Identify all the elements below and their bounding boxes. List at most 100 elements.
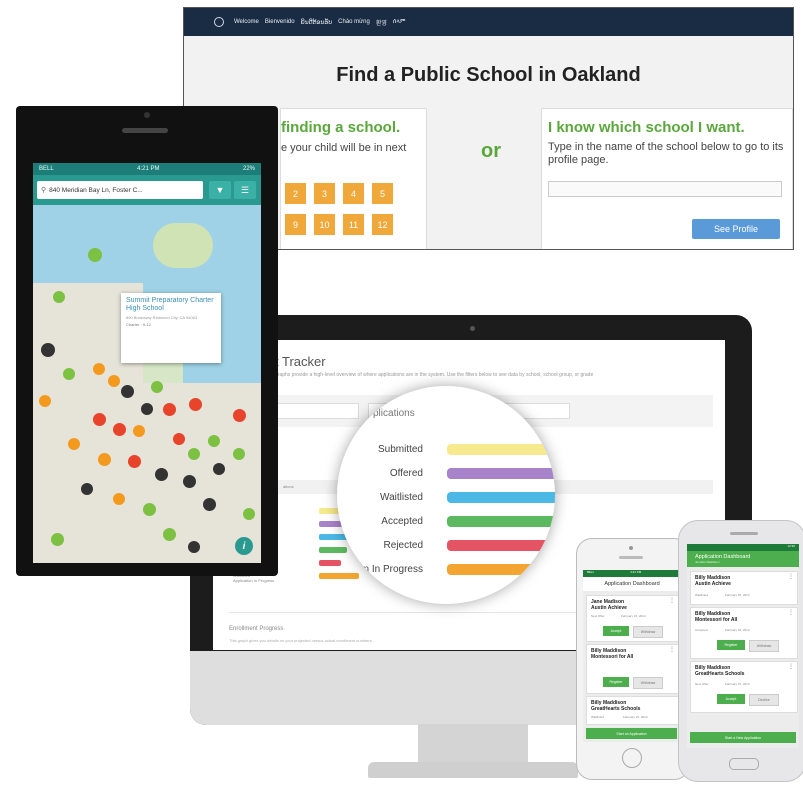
home-button[interactable] <box>622 748 642 768</box>
school-marker[interactable] <box>41 343 55 357</box>
school-marker[interactable] <box>163 403 176 416</box>
home-button[interactable] <box>729 758 759 770</box>
register-button[interactable]: Register <box>717 640 745 650</box>
language-link[interactable]: Bienvenido <box>265 19 295 25</box>
school-marker[interactable] <box>163 528 176 541</box>
grade-button[interactable]: 10 <box>314 214 335 235</box>
school-marker[interactable] <box>51 533 64 546</box>
find-school-card: finding a school. e your child will be i… <box>280 108 427 249</box>
application-date: February 15, 2014 <box>725 682 750 686</box>
status-bar <box>319 547 347 553</box>
application-card[interactable]: Jane Madison Austin Achieve New Offer Fe… <box>586 595 679 642</box>
school-marker[interactable] <box>233 448 245 460</box>
school-marker[interactable] <box>188 541 200 553</box>
filter-dropdown[interactable] <box>277 403 359 419</box>
language-link[interactable]: Chào mừng <box>338 19 370 25</box>
school-marker[interactable] <box>233 409 246 422</box>
carrier-label: BELL <box>39 166 54 172</box>
more-options-icon[interactable]: ⋮ <box>788 573 794 580</box>
school-marker[interactable] <box>173 433 185 445</box>
school-name: Montessori for All <box>695 617 738 623</box>
application-card[interactable]: Billy Maddison GreatHearts Schools New O… <box>690 661 798 713</box>
school-marker[interactable] <box>128 455 141 468</box>
application-card[interactable]: Billy Maddison GreatHearts Schools Waitl… <box>586 696 679 725</box>
school-marker[interactable] <box>151 381 163 393</box>
school-marker[interactable] <box>88 248 102 262</box>
application-dashboard-screen: 12:30 Application Dashboard Jennifer Mad… <box>687 544 799 748</box>
school-marker[interactable] <box>113 423 126 436</box>
address-search-input[interactable]: ⚲ 840 Meridian Bay Ln, Foster C... <box>37 181 203 199</box>
or-divider: or <box>481 140 501 162</box>
map-search-bar: ⚲ 840 Meridian Bay Ln, Foster C... ▼ ☰ <box>33 175 261 205</box>
school-name: GreatHearts Schools <box>695 671 745 677</box>
application-card[interactable]: Billy Maddison Austin Achieve Waitlisted… <box>690 571 798 605</box>
school-marker[interactable] <box>243 508 255 520</box>
grade-button[interactable]: 11 <box>343 214 364 235</box>
register-button[interactable]: Register <box>603 677 629 687</box>
school-marker[interactable] <box>183 475 196 488</box>
start-application-button[interactable]: Start an Application <box>586 728 677 739</box>
school-marker[interactable] <box>93 363 105 375</box>
park-area <box>153 223 213 268</box>
list-icon[interactable]: ☰ <box>234 181 256 199</box>
globe-icon <box>214 17 224 27</box>
school-marker[interactable] <box>203 498 216 511</box>
school-marker[interactable] <box>98 453 111 466</box>
grade-button[interactable]: 5 <box>372 183 393 204</box>
more-options-icon[interactable]: ⋮ <box>788 663 794 670</box>
application-card[interactable]: Billy Maddison Montessori for All Accept… <box>690 607 798 659</box>
more-options-icon[interactable]: ⋮ <box>788 609 794 616</box>
more-options-icon[interactable]: ⋮ <box>669 597 675 604</box>
language-link[interactable]: 환영 <box>376 18 387 27</box>
school-marker[interactable] <box>53 291 65 303</box>
school-marker[interactable] <box>81 483 93 495</box>
application-dashboard-screen: BELL 4:21 PM Application Dashboard Jane … <box>583 570 681 742</box>
grade-button[interactable]: 2 <box>285 183 306 204</box>
grade-button[interactable]: 4 <box>343 183 364 204</box>
accept-button[interactable]: Accept <box>603 626 629 636</box>
language-link[interactable]: ຍິນດີຕ້ອນຮັບ <box>301 19 333 26</box>
grade-button[interactable]: 3 <box>314 183 335 204</box>
language-link[interactable]: Welcome <box>234 19 259 25</box>
school-marker[interactable] <box>133 425 145 437</box>
chart-title: plications <box>373 408 415 419</box>
language-link[interactable]: ሰላም <box>393 19 406 26</box>
school-marker[interactable] <box>68 438 80 450</box>
school-marker[interactable] <box>188 448 200 460</box>
school-marker[interactable] <box>108 375 120 387</box>
school-marker[interactable] <box>141 403 153 415</box>
accept-button[interactable]: Accept <box>717 694 745 704</box>
see-profile-button[interactable]: See Profile <box>692 219 780 239</box>
school-marker[interactable] <box>213 463 225 475</box>
school-marker[interactable] <box>63 368 75 380</box>
school-marker[interactable] <box>121 385 134 398</box>
status-bar <box>447 516 555 527</box>
status-bar <box>319 573 359 579</box>
more-options-icon[interactable]: ⋮ <box>669 646 675 653</box>
school-popup[interactable]: Summit Preparatory Charter High School 8… <box>121 293 221 363</box>
withdraw-button[interactable]: Withdraw <box>633 677 663 689</box>
school-marker[interactable] <box>208 435 220 447</box>
school-search-input[interactable] <box>548 181 782 197</box>
search-icon: ⚲ <box>41 187 47 194</box>
info-button[interactable]: i <box>235 537 253 555</box>
school-marker[interactable] <box>113 493 125 505</box>
application-card[interactable]: Billy Maddison Montessori for All Regist… <box>586 644 679 694</box>
school-marker[interactable] <box>93 413 106 426</box>
withdraw-button[interactable]: Withdraw <box>633 626 663 638</box>
filter-icon[interactable]: ▼ <box>209 181 231 199</box>
card-text: e your child will be in next <box>281 142 407 154</box>
start-new-application-button[interactable]: Start a New Application <box>690 732 796 743</box>
grade-button[interactable]: 12 <box>372 214 393 235</box>
school-marker[interactable] <box>189 398 202 411</box>
grade-button[interactable]: 9 <box>285 214 306 235</box>
school-marker[interactable] <box>39 395 51 407</box>
school-marker[interactable] <box>143 503 156 516</box>
camera-dot <box>144 112 150 118</box>
school-marker[interactable] <box>155 468 168 481</box>
card-heading: finding a school. <box>281 119 401 136</box>
status-bar: 12:30 <box>687 544 799 551</box>
withdraw-button[interactable]: Withdraw <box>749 640 779 652</box>
decline-button[interactable]: Decline <box>749 694 779 706</box>
school-name[interactable]: Summit Preparatory Charter High School <box>126 297 216 313</box>
